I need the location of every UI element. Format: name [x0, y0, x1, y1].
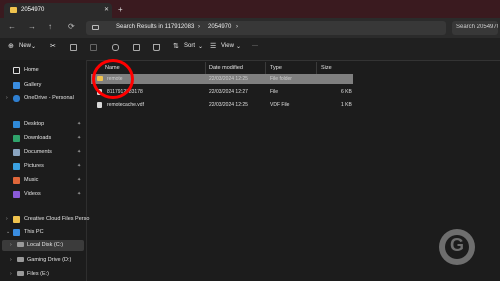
- pin-icon[interactable]: ✦: [77, 163, 81, 169]
- folder-icon: [10, 7, 17, 13]
- sidebar-item-downloads[interactable]: Downloads: [24, 135, 51, 141]
- rename-icon[interactable]: [112, 44, 119, 51]
- paste-icon[interactable]: [90, 44, 97, 51]
- sidebar-item-videos[interactable]: Videos: [24, 191, 41, 197]
- folder-icon: [13, 216, 20, 223]
- plus-icon: ⊕: [8, 43, 14, 50]
- file-type: VDF File: [270, 102, 290, 108]
- sidebar-item-gallery[interactable]: Gallery: [24, 82, 41, 88]
- watermark-logo: G: [439, 229, 475, 265]
- sidebar-item-pictures[interactable]: Pictures: [24, 163, 44, 169]
- drive-icon: [17, 242, 24, 247]
- highlight-circle-annotation: [92, 59, 134, 99]
- more-options-button[interactable]: ···: [252, 43, 258, 49]
- file-type: File folder: [270, 76, 292, 82]
- breadcrumb-separator: ›: [198, 24, 200, 30]
- breadcrumb[interactable]: Search Results in 117912083 › 2054970 ›: [86, 21, 446, 35]
- videos-icon: [13, 191, 20, 198]
- sidebar-item-creative-cloud[interactable]: Creative Cloud Files Perso: [24, 216, 89, 222]
- file-size: 6 KB: [341, 89, 352, 95]
- table-row[interactable]: remotecache.vdf 22/03/2024 12:25 VDF Fil…: [91, 100, 353, 110]
- file-icon: [97, 102, 102, 108]
- file-name: remotecache.vdf: [107, 102, 144, 108]
- sidebar-item-desktop[interactable]: Desktop: [24, 121, 44, 127]
- column-header-date[interactable]: Date modified: [209, 65, 243, 71]
- drive-icon: [17, 257, 24, 262]
- file-type: File: [270, 89, 279, 95]
- new-button[interactable]: New: [19, 43, 31, 49]
- drive-icon: [17, 271, 24, 276]
- music-icon: [13, 177, 20, 184]
- documents-icon: [13, 149, 20, 156]
- command-bar: ⊕ New ⌄ ✂ ⇅ Sort ⌄ ☰ View ⌄ ···: [0, 38, 500, 61]
- file-date: 22/03/2024 12:25: [209, 102, 248, 108]
- sidebar-item-onedrive[interactable]: OneDrive - Personal: [24, 95, 74, 101]
- sidebar-item-local-disk[interactable]: Local Disk (C:): [27, 242, 63, 248]
- navigation-pane: Home Gallery › OneDrive - Personal Deskt…: [0, 60, 89, 281]
- refresh-icon[interactable]: ⟳: [68, 22, 75, 31]
- column-divider[interactable]: [265, 62, 266, 74]
- pin-icon[interactable]: ✦: [77, 149, 81, 155]
- copy-icon[interactable]: [70, 44, 77, 51]
- expand-chevron-icon[interactable]: ›: [10, 242, 12, 248]
- view-chevron-icon[interactable]: ⌄: [236, 43, 241, 50]
- close-tab-icon[interactable]: ✕: [104, 6, 109, 13]
- logo-glyph: G: [449, 235, 464, 255]
- column-divider[interactable]: [316, 62, 317, 74]
- expand-chevron-icon[interactable]: ›: [10, 257, 12, 263]
- downloads-icon: [13, 135, 20, 142]
- back-arrow-icon[interactable]: ←: [8, 22, 16, 31]
- search-placeholder: Search 2054970: [456, 24, 498, 30]
- sidebar-item-this-pc[interactable]: This PC: [24, 229, 44, 235]
- this-pc-icon: [13, 229, 20, 236]
- collapse-chevron-icon[interactable]: ⌄: [6, 229, 10, 235]
- delete-icon[interactable]: [153, 44, 160, 51]
- file-date: 22/03/2024 12:25: [209, 76, 248, 82]
- column-divider[interactable]: [205, 62, 206, 74]
- breadcrumb-search-results[interactable]: Search Results in 117912083: [116, 24, 194, 30]
- sidebar-item-documents[interactable]: Documents: [24, 149, 52, 155]
- breadcrumb-current-folder[interactable]: 2054970: [208, 24, 231, 30]
- onedrive-icon: [13, 95, 20, 102]
- view-button[interactable]: View: [221, 43, 234, 49]
- forward-arrow-icon[interactable]: →: [28, 22, 36, 31]
- sort-button[interactable]: Sort: [184, 43, 195, 49]
- window-tab[interactable]: 2054970 ✕: [4, 3, 112, 18]
- monitor-icon: [92, 25, 99, 30]
- sidebar-item-files-drive[interactable]: Files (E:): [27, 271, 49, 277]
- breadcrumb-separator: ›: [236, 24, 238, 30]
- sort-icon: ⇅: [173, 43, 179, 50]
- expand-chevron-icon[interactable]: ›: [6, 95, 8, 101]
- address-bar: ← → ↑ ⟳ Search Results in 117912083 › 20…: [0, 18, 500, 38]
- view-icon: ☰: [210, 43, 217, 50]
- pin-icon[interactable]: ✦: [77, 135, 81, 141]
- pin-icon[interactable]: ✦: [77, 121, 81, 127]
- tab-title: 2054970: [21, 7, 45, 13]
- search-input[interactable]: Search 2054970: [452, 21, 498, 35]
- desktop-icon: [13, 121, 20, 128]
- cut-icon[interactable]: ✂: [50, 42, 56, 50]
- sort-chevron-icon[interactable]: ⌄: [198, 43, 203, 50]
- chevron-down-icon[interactable]: ⌄: [31, 43, 36, 50]
- file-date: 22/03/2024 12:27: [209, 89, 248, 95]
- home-icon: [13, 67, 20, 74]
- column-header-type[interactable]: Type: [270, 65, 282, 71]
- new-tab-button[interactable]: +: [118, 5, 123, 14]
- share-icon[interactable]: [133, 44, 140, 51]
- pin-icon[interactable]: ✦: [77, 191, 81, 197]
- column-header-size[interactable]: Size: [321, 65, 332, 71]
- gallery-icon: [13, 82, 20, 89]
- title-bar: 2054970 ✕ +: [0, 0, 500, 18]
- sidebar-item-home[interactable]: Home: [24, 67, 39, 73]
- expand-chevron-icon[interactable]: ›: [6, 216, 8, 222]
- sidebar-item-music[interactable]: Music: [24, 177, 38, 183]
- pin-icon[interactable]: ✦: [77, 177, 81, 183]
- expand-chevron-icon[interactable]: ›: [10, 271, 12, 277]
- sidebar-item-gaming-drive[interactable]: Gaming Drive (D:): [27, 257, 71, 263]
- file-size: 1 KB: [341, 102, 352, 108]
- pictures-icon: [13, 163, 20, 170]
- up-arrow-icon[interactable]: ↑: [48, 22, 52, 31]
